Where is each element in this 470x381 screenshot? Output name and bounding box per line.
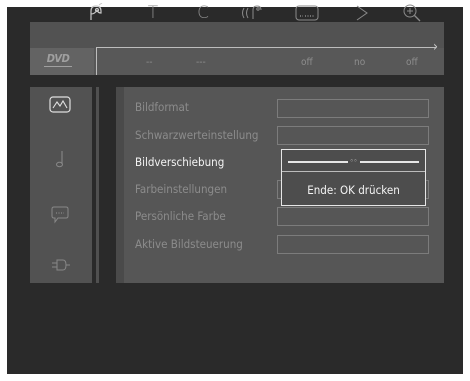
panel-edge [116, 87, 124, 283]
value-box-bildformat[interactable] [277, 99, 429, 118]
audio-icon[interactable] [238, 1, 268, 25]
status-title-value: -- [146, 57, 153, 68]
menu-item-farbeinstellungen[interactable]: Farbeinstellungen [135, 182, 227, 196]
chapter-icon[interactable]: C [188, 1, 218, 25]
sidebar-separator [96, 87, 99, 283]
shift-popup: ◦◦ Ende: OK drücken [281, 149, 426, 206]
shift-slider-knob[interactable]: ◦◦ [347, 158, 360, 165]
status-chapter-value: --- [196, 57, 206, 68]
title-icon[interactable]: T [138, 1, 168, 25]
music-icon[interactable] [45, 148, 75, 170]
toolbar-pointer-line [96, 47, 436, 48]
popup-hint: Ende: OK drücken [307, 183, 400, 197]
dvd-logo: DVD [40, 53, 76, 70]
toolbar [30, 22, 444, 48]
value-box-aktive-bildsteuerung[interactable] [277, 235, 429, 254]
menu-item-bildformat[interactable]: Bildformat [135, 100, 189, 114]
status-angle-value: no [354, 57, 366, 68]
menu-item-schwarzwert[interactable]: Schwarzwerteinstellung [135, 128, 259, 142]
status-divider [96, 48, 97, 75]
arrow-right-icon: › [433, 39, 439, 55]
value-box-persoenliche-farbe[interactable] [277, 207, 429, 226]
picture-icon[interactable] [45, 94, 75, 116]
remote-icon[interactable] [81, 1, 111, 25]
menu-item-persoenliche-farbe[interactable]: Persönliche Farbe [135, 209, 226, 223]
value-box-schwarzwert[interactable] [277, 126, 429, 145]
angle-icon[interactable] [347, 1, 377, 25]
popup-divider [282, 171, 425, 172]
menu-item-bildverschiebung[interactable]: Bildverschiebung [135, 155, 224, 169]
status-zoom-value: off [406, 57, 418, 68]
zoom-icon[interactable] [398, 1, 428, 25]
menu-item-aktive-bildsteuerung[interactable]: Aktive Bildsteuerung [135, 237, 243, 251]
dvd-logo-text: DVD [46, 52, 70, 65]
settings-plug-icon[interactable] [45, 254, 75, 276]
speech-bubble-icon[interactable] [45, 204, 75, 226]
subtitle-icon[interactable] [292, 1, 322, 25]
status-subtitle-value: off [301, 57, 313, 68]
